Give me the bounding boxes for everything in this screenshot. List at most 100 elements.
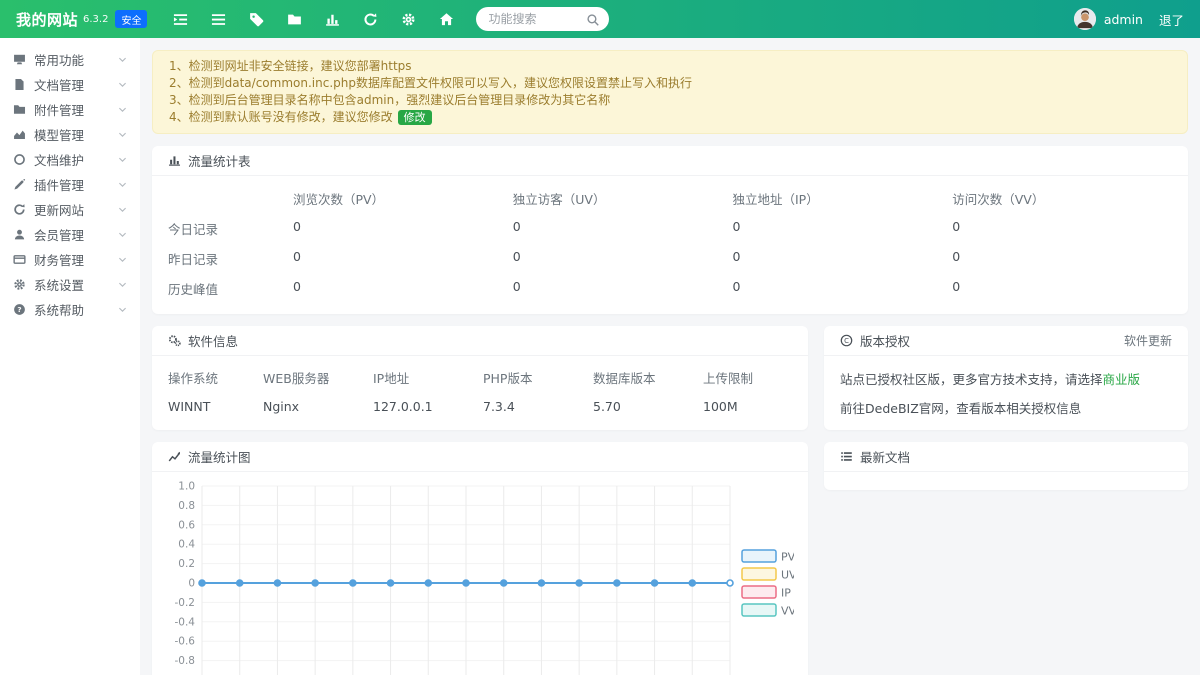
folder-icon[interactable] [287, 12, 302, 27]
header-toolbar [173, 12, 454, 27]
home-icon[interactable] [439, 12, 454, 27]
chevron-down-icon [118, 130, 127, 139]
svg-text:0.6: 0.6 [178, 519, 195, 531]
logout-button[interactable]: 退了 [1159, 10, 1184, 29]
list-icon[interactable] [211, 12, 226, 27]
sidebar-item-system-help[interactable]: ? 系统帮助 [0, 297, 140, 322]
sidebar-item-label: 更新网站 [34, 200, 84, 219]
column-header: 访问次数（VV） [952, 184, 1172, 214]
sidebar-item-label: 系统设置 [34, 275, 84, 294]
svg-text:UV: UV [781, 568, 794, 581]
svg-text:-0.8: -0.8 [175, 655, 196, 667]
card-header: 最新文档 [824, 442, 1188, 472]
fix-button[interactable]: 修改 [398, 110, 432, 125]
sidebar-item-document-management[interactable]: 文档管理 [0, 72, 140, 97]
latest-docs-card: 最新文档 [824, 442, 1188, 490]
sidebar-item-update-site[interactable]: 更新网站 [0, 197, 140, 222]
license-body: 站点已授权社区版，更多官方技术支持，请选择商业版 前往DedeBIZ官网，查看版… [824, 356, 1188, 430]
cell-value: WINNT [168, 399, 263, 414]
file-icon [13, 78, 26, 91]
row-label: 今日记录 [168, 214, 293, 244]
latest-docs-empty-body [824, 472, 1188, 490]
card-title: 最新文档 [860, 447, 910, 466]
chevron-down-icon [118, 155, 127, 164]
sidebar-item-member-management[interactable]: 会员管理 [0, 222, 140, 247]
svg-text:C: C [844, 337, 849, 345]
cell-value: 0 [952, 244, 1172, 274]
cell-value: 0 [952, 274, 1172, 304]
sidebar-item-common-functions[interactable]: 常用功能 [0, 47, 140, 72]
row-label: 历史峰值 [168, 274, 293, 304]
svg-text:0.4: 0.4 [178, 539, 195, 551]
sidebar-item-label: 系统帮助 [34, 300, 84, 319]
cogs-icon [168, 334, 181, 347]
cell-value: 0 [952, 214, 1172, 244]
header-search [476, 7, 609, 31]
sidebar-item-model-management[interactable]: 模型管理 [0, 122, 140, 147]
credit-card-icon [13, 253, 26, 266]
tag-icon[interactable] [249, 12, 264, 27]
card-header: C 版本授权 软件更新 [824, 326, 1188, 356]
cell-value: 0 [293, 214, 513, 244]
svg-text:-0.6: -0.6 [175, 636, 196, 648]
sidebar-item-label: 文档管理 [34, 75, 84, 94]
line-chart-icon [168, 450, 181, 463]
column-header: 操作系统 [168, 368, 263, 387]
row-label: 昨日记录 [168, 244, 293, 274]
card-header: 软件信息 [152, 326, 808, 356]
cell-value: 0 [513, 244, 733, 274]
card-title: 流量统计图 [188, 447, 251, 466]
column-header: IP地址 [373, 368, 483, 387]
cell-value: 0 [733, 244, 953, 274]
warning-line-text: 4、检测到默认账号没有修改，建议您修改 [169, 110, 393, 124]
security-warnings: 1、检测到网址非安全链接，建议您部署https 2、检测到data/common… [152, 50, 1188, 134]
chevron-down-icon [118, 180, 127, 189]
license-line: 站点已授权社区版，更多官方技术支持，请选择商业版 [840, 369, 1172, 388]
svg-text:?: ? [17, 305, 21, 314]
menu-fold-icon[interactable] [173, 12, 188, 27]
cell-value: 5.70 [593, 399, 703, 414]
cell-value: Nginx [263, 399, 373, 414]
cell-value: 0 [293, 274, 513, 304]
list-icon [840, 450, 853, 463]
license-text: 站点已授权社区版，更多官方技术支持，请选择 [840, 372, 1103, 387]
chevron-down-icon [118, 55, 127, 64]
traffic-table: 浏览次数（PV） 独立访客（UV） 独立地址（IP） 访问次数（VV） 今日记录… [152, 176, 1188, 314]
svg-text:PV: PV [781, 550, 794, 563]
license-line: 前往DedeBIZ官网，查看版本相关授权信息 [840, 398, 1172, 417]
gear-icon[interactable] [401, 12, 416, 27]
admin-dashboard: 我的网站 6.3.2 安全 [0, 0, 1200, 675]
card-title: 软件信息 [188, 331, 238, 350]
sidebar-item-attachment-management[interactable]: 附件管理 [0, 97, 140, 122]
chart-bar-icon[interactable] [325, 12, 340, 27]
security-badge[interactable]: 安全 [115, 10, 147, 28]
sidebar-item-document-maintenance[interactable]: 文档维护 [0, 147, 140, 172]
question-icon: ? [13, 303, 26, 316]
software-update-link[interactable]: 软件更新 [1124, 332, 1172, 349]
cell-value: 7.3.4 [483, 399, 593, 414]
sidebar-item-system-settings[interactable]: 系统设置 [0, 272, 140, 297]
svg-text:IP: IP [781, 586, 791, 599]
sidebar-item-label: 插件管理 [34, 175, 84, 194]
refresh-icon[interactable] [363, 12, 378, 27]
warning-line: 2、检测到data/common.inc.php数据库配置文件权限可以写入，建议… [169, 76, 1171, 90]
chevron-down-icon [118, 280, 127, 289]
svg-text:-0.2: -0.2 [175, 597, 196, 609]
svg-text:VV: VV [781, 604, 794, 617]
gear-icon [13, 278, 26, 291]
top-header: 我的网站 6.3.2 安全 [0, 0, 1200, 38]
sidebar-item-label: 模型管理 [34, 125, 84, 144]
search-icon[interactable] [586, 12, 600, 26]
cell-value: 0 [513, 274, 733, 304]
cell-value: 0 [293, 244, 513, 274]
avatar[interactable] [1074, 8, 1096, 30]
username-menu[interactable]: admin [1104, 12, 1143, 27]
commercial-edition-link[interactable]: 商业版 [1103, 372, 1141, 387]
sidebar-item-finance-management[interactable]: 财务管理 [0, 247, 140, 272]
cell-value: 100M [703, 399, 792, 414]
sidebar-item-plugin-management[interactable]: 插件管理 [0, 172, 140, 197]
column-header: WEB服务器 [263, 368, 373, 387]
software-info-table: 操作系统 WEB服务器 IP地址 PHP版本 数据库版本 上传限制 WINNT … [152, 356, 808, 428]
svg-text:0.2: 0.2 [178, 558, 195, 570]
site-logo[interactable]: 我的网站 [16, 9, 78, 30]
